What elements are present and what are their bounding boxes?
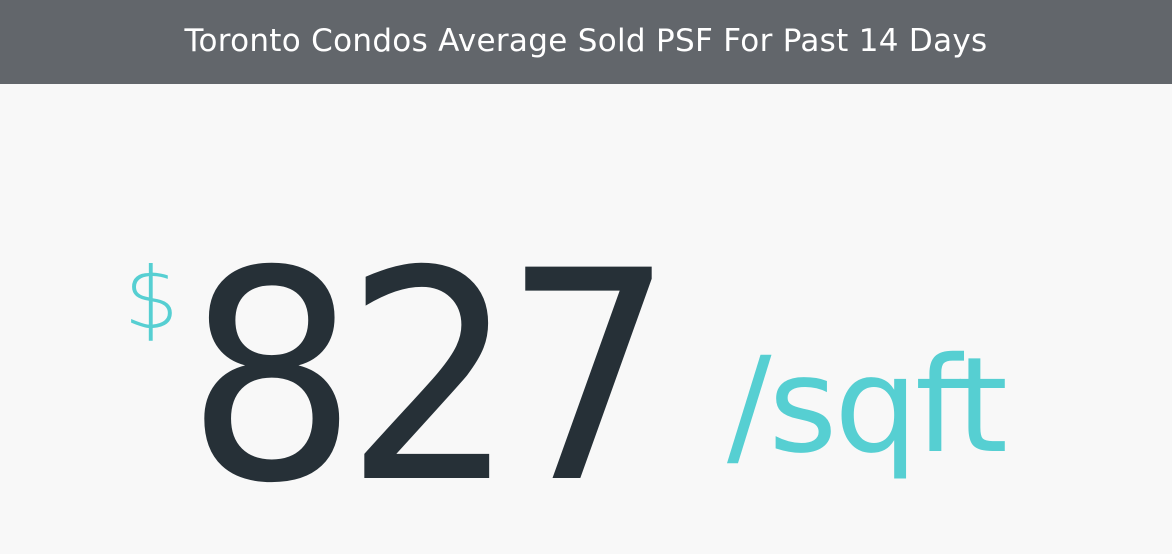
psf-stat-card: Toronto Condos Average Sold PSF For Past… — [0, 0, 1172, 554]
psf-value: 827 — [186, 210, 675, 547]
psf-stat-display: $ 827 /sqft — [0, 84, 1172, 554]
currency-symbol: $ — [124, 249, 179, 349]
card-title: Toronto Condos Average Sold PSF For Past… — [184, 23, 988, 59]
card-header: Toronto Condos Average Sold PSF For Past… — [0, 0, 1172, 84]
unit-label: /sqft — [727, 329, 1008, 483]
